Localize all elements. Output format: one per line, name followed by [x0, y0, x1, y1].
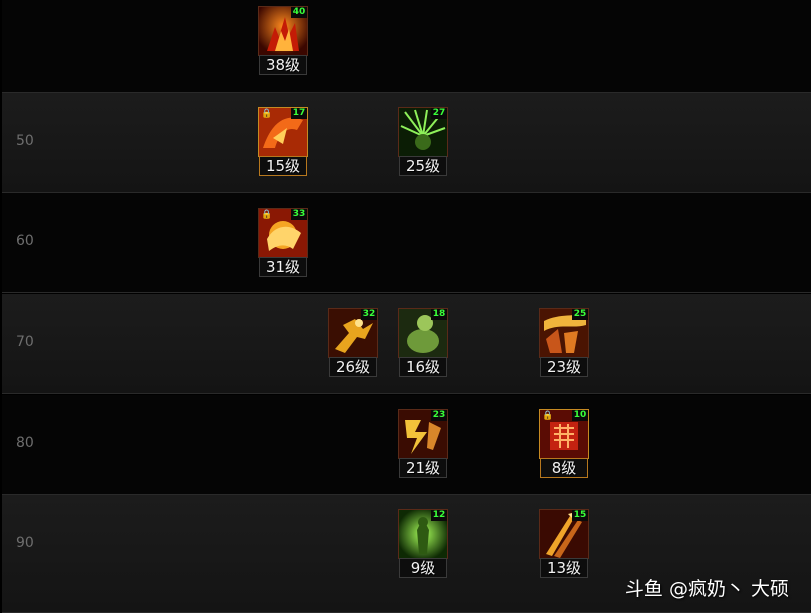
required-level-badge: 12 — [431, 510, 447, 521]
skill-level-label: 23级 — [540, 357, 588, 377]
lock-icon: 🔒 — [261, 210, 273, 220]
skill-level-label: 13级 — [540, 558, 588, 578]
skill-level-label: 25级 — [399, 156, 447, 176]
required-level-badge: 17 — [291, 108, 307, 119]
skill-slot-green-aura[interactable]: 12 9级 — [398, 509, 448, 579]
required-level-badge: 25 — [572, 309, 588, 320]
skill-level-label: 21级 — [399, 458, 447, 478]
level-row-60: 60 — [2, 193, 811, 293]
row-level-label: 70 — [16, 334, 34, 350]
required-level-badge: 23 — [431, 410, 447, 421]
skill-level-label: 26级 — [329, 357, 377, 377]
required-level-badge: 33 — [291, 209, 307, 220]
skill-level-label: 38级 — [259, 55, 307, 75]
row-level-label: 90 — [16, 535, 34, 551]
skill-slot-spear-rain[interactable]: 15 13级 — [539, 509, 589, 579]
skill-slot-rune-seal[interactable]: 🔒 10 8级 — [539, 409, 589, 479]
skill-slot-sun-fist[interactable]: 🔒 33 R 31级 — [258, 208, 308, 278]
skill-tree: 50 60 70 80 90 40 38级 🔒 17 V 15级 27 25级 — [0, 0, 811, 613]
required-level-badge: 32 — [361, 309, 377, 320]
required-level-badge: 18 — [431, 309, 447, 320]
skill-slot-blaze-kick[interactable]: 23 21级 — [398, 409, 448, 479]
skill-level-label: 16级 — [399, 357, 447, 377]
skill-level-label: 8级 — [540, 458, 588, 478]
skill-level-label: 31级 — [259, 257, 307, 277]
skill-level-label: 15级 — [259, 156, 307, 176]
row-level-label: 50 — [16, 133, 34, 149]
required-level-badge: 27 — [431, 108, 447, 119]
lock-icon: 🔒 — [542, 411, 554, 421]
skill-slot-stone-guard[interactable]: 18 16级 — [398, 308, 448, 378]
skill-slot-golden-dash[interactable]: 32 26级 — [328, 308, 378, 378]
skill-slot-spike-nova[interactable]: 27 25级 — [398, 107, 448, 177]
skill-slot-heat-wave[interactable]: 25 23级 — [539, 308, 589, 378]
required-level-badge: 40 — [291, 7, 307, 18]
stream-watermark: 斗鱼 @疯奶丶 大硕 — [624, 578, 789, 600]
required-level-badge: 15 — [572, 510, 588, 521]
skill-level-label: 9级 — [399, 558, 447, 578]
required-level-badge: 10 — [572, 410, 588, 421]
row-level-label: 80 — [16, 435, 34, 451]
skill-slot-dragon-strike[interactable]: 🔒 17 V 15级 — [258, 107, 308, 177]
skill-slot-flame-burst[interactable]: 40 38级 — [258, 6, 308, 76]
row-level-label: 60 — [16, 233, 34, 249]
lock-icon: 🔒 — [261, 109, 273, 119]
level-row-40 — [2, 0, 811, 93]
